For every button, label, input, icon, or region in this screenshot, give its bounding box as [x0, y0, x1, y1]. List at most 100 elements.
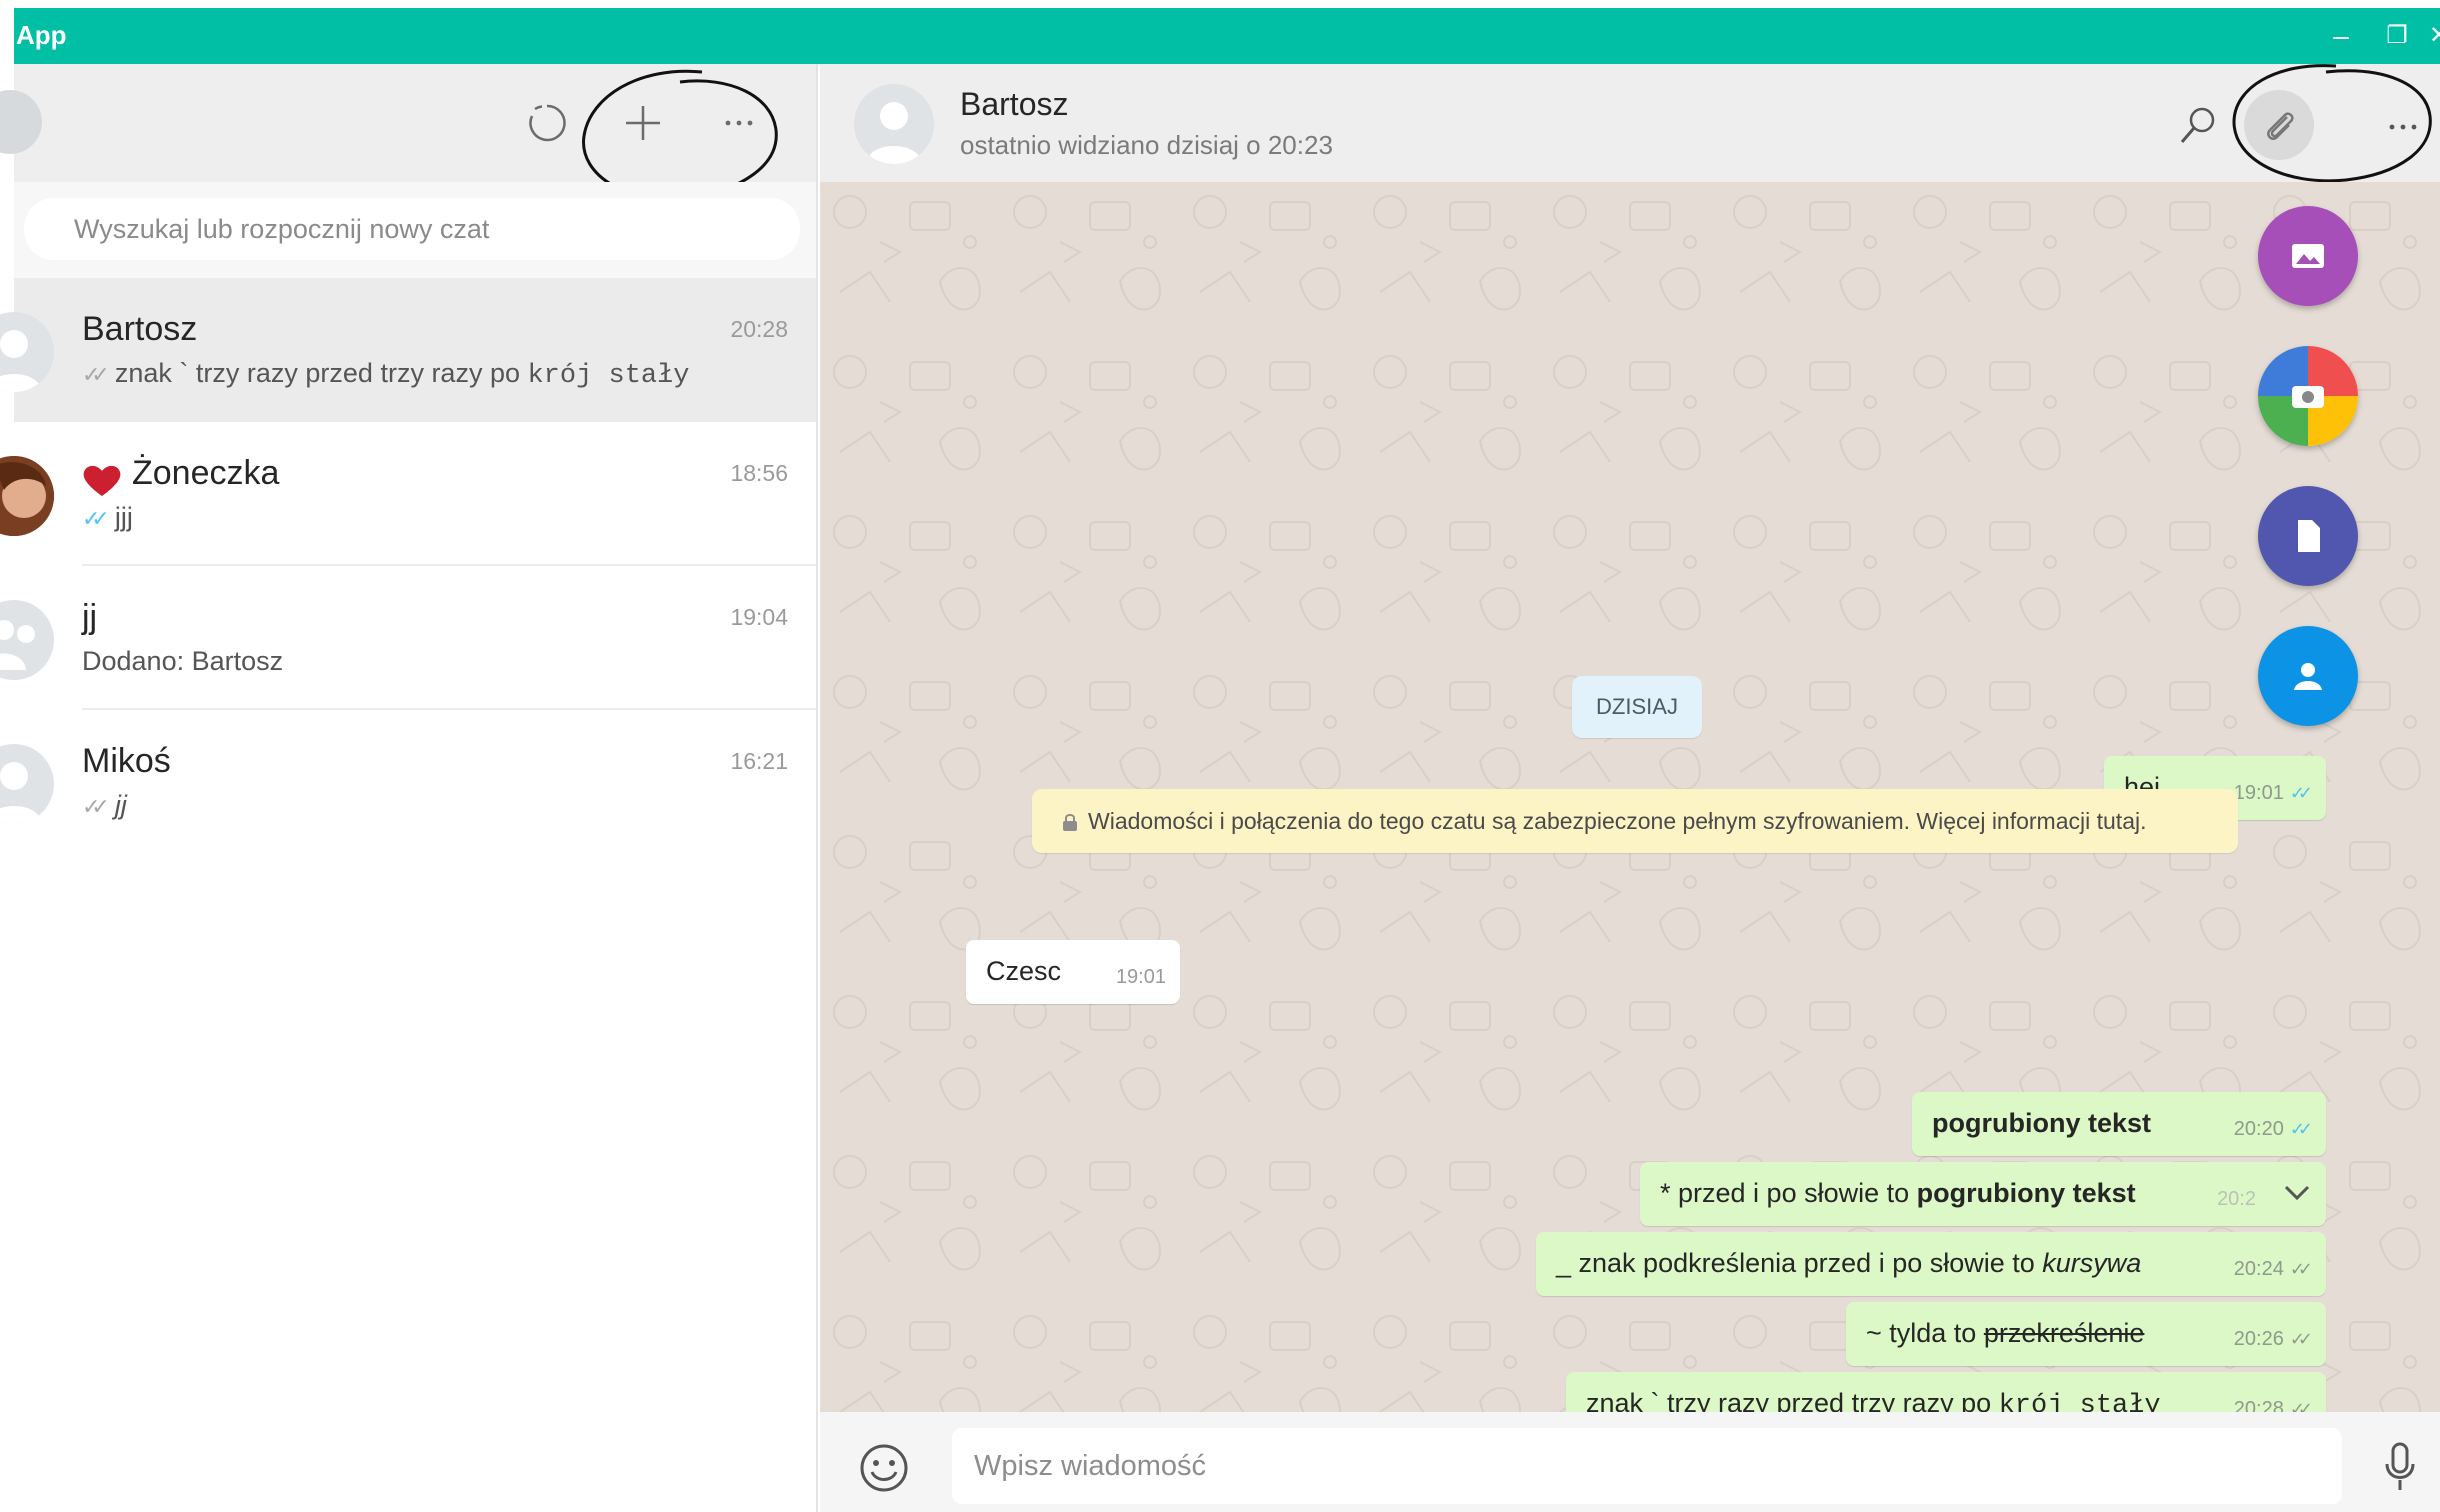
double-check-icon: ✓✓ [82, 506, 110, 531]
attach-camera-button[interactable] [2258, 346, 2358, 446]
message-bubble[interactable]: Czesc 19:01 [966, 940, 1180, 1004]
message-text: znak ` trzy razy przed trzy razy po krój… [1586, 1388, 2161, 1412]
message-text-plain: * przed i po słowie to [1660, 1178, 1917, 1208]
chat-time: 19:04 [730, 604, 788, 630]
message-bubble[interactable]: znak ` trzy razy przed trzy razy po krój… [1566, 1372, 2326, 1412]
document-icon [2298, 520, 2320, 552]
search-bar [14, 182, 816, 278]
message-text-plain: ~ tylda to [1866, 1318, 1984, 1348]
app-window: App – ❐ ✕ Wyszukaj lub rozpocznij nowy c… [0, 8, 2440, 1512]
chat-preview: ✓✓ jj [82, 790, 127, 821]
message-time: 19:01 [1115, 966, 1166, 988]
avatar [0, 600, 54, 680]
avatar [0, 312, 54, 392]
gallery-icon [2292, 244, 2324, 268]
maximize-button[interactable]: ❐ [2374, 16, 2420, 56]
double-check-icon: ✓✓ [2289, 783, 2313, 803]
double-check-icon: ✓✓ [82, 794, 110, 819]
message-input-box [952, 1428, 2342, 1504]
message-text: ~ tylda to przekreślenie [1866, 1318, 2144, 1349]
message-meta: 20:20 ✓✓ [2233, 1118, 2313, 1141]
conversation-pane: Bartosz ostatnio widziano dzisiaj o 20:2… [820, 64, 2440, 1512]
message-time: 19:01 [2233, 782, 2284, 804]
attach-gallery-button[interactable] [2258, 206, 2358, 306]
message-meta: 20:28 ✓✓ [2233, 1398, 2313, 1412]
chat-name: Bartosz [82, 310, 198, 348]
chat-list-item[interactable]: Mikoś 16:21 ✓✓ jj [0, 710, 816, 854]
double-check-icon: ✓✓ [2289, 1329, 2313, 1349]
emoji-icon[interactable] [858, 1442, 910, 1494]
preview-text: jjj [114, 502, 133, 532]
attach-contact-button[interactable] [2258, 626, 2358, 726]
heart-icon [83, 465, 121, 496]
conversation-header[interactable]: Bartosz ostatnio widziano dzisiaj o 20:2… [820, 64, 2440, 183]
message-text: pogrubiony tekst [1932, 1108, 2152, 1138]
chat-list-item[interactable]: Bartosz 20:28 ✓✓ znak ` trzy razy przed t… [0, 278, 816, 422]
chat-preview: ✓✓ znak ` trzy razy przed trzy razy po kr… [82, 358, 690, 391]
window-title: App [16, 20, 67, 50]
message-text-plain: znak ` trzy razy przed trzy razy po [1586, 1388, 1999, 1412]
message-text: _ znak podkreślenia przed i po słowie to… [1556, 1248, 2141, 1279]
chat-list-item[interactable]: Żoneczka 18:56 ✓✓ jjj [0, 422, 816, 566]
chat-name: jj [82, 598, 98, 636]
close-button[interactable]: ✕ [2416, 16, 2440, 56]
double-check-icon: ✓✓ [2289, 1399, 2313, 1412]
message-bubble[interactable]: pogrubiony tekst 20:20 ✓✓ [1912, 1092, 2326, 1156]
contact-icon [2294, 663, 2322, 690]
double-check-icon: ✓✓ [82, 362, 110, 387]
chat-time: 16:21 [730, 748, 788, 774]
chat-list-item[interactable]: jj 19:04 Dodano: Bartosz [0, 566, 816, 710]
chat-list-pane: Bartosz 20:28 ✓✓znak ` trzy razy przed t… [0, 64, 818, 1512]
double-check-icon: ✓✓ [2289, 1259, 2313, 1279]
message-bubble[interactable]: _ znak podkreślenia przed i po słowie to… [1536, 1232, 2326, 1296]
message-meta: 20:24 ✓✓ [2234, 1258, 2313, 1281]
avatar [0, 456, 54, 536]
contact-name: Bartosz [960, 86, 1069, 122]
message-area[interactable]: DZISIAJ hej 19:01 ✓✓ Wiadomości i połącze… [820, 182, 2440, 1412]
my-avatar[interactable] [0, 90, 42, 154]
double-check-icon: ✓✓ [2289, 1119, 2313, 1139]
message-text-plain: _ znak podkreślenia przed i po słowie to [1556, 1248, 2043, 1278]
chat-name: Mikoś [82, 742, 171, 780]
title-bar: App – ❐ ✕ [14, 8, 2440, 64]
chat-time: 18:56 [730, 460, 788, 486]
message-time: 20:26 [2233, 1328, 2284, 1350]
chat-time: 20:28 [730, 316, 788, 342]
search-input[interactable] [74, 210, 774, 248]
message-text-bold: pogrubiony tekst [1916, 1178, 2136, 1208]
preview-text: Dodano: Bartosz [82, 646, 284, 676]
preview-text: jj [114, 790, 127, 820]
message-meta: 19:01 ✓✓ [2233, 782, 2313, 805]
message-bubble[interactable]: ~ tylda to przekreślenie 20:26 ✓✓ [1846, 1302, 2326, 1366]
camera-icon [2292, 386, 2324, 408]
chat-preview: ✓✓ jjj [82, 502, 133, 533]
message-bubble[interactable]: * przed i po słowie to pogrubiony tekst … [1640, 1162, 2326, 1226]
sidebar-header [0, 64, 816, 201]
message-text-italic: kursywa [2042, 1248, 2142, 1278]
message-meta: 20:26 ✓✓ [2233, 1328, 2313, 1351]
message-time: 20:2 [2217, 1188, 2256, 1210]
message-time: 20:20 [2233, 1118, 2284, 1140]
chat-preview: Dodano: Bartosz [82, 646, 283, 677]
avatar [0, 744, 54, 824]
attach-document-button[interactable] [2258, 486, 2358, 586]
status-icon[interactable] [522, 98, 572, 148]
last-seen-status: ostatnio widziano dzisiaj o 20:23 [960, 130, 1333, 160]
chevron-down-icon[interactable] [2282, 1182, 2312, 1204]
compose-bar [820, 1412, 2440, 1512]
chat-name: Żoneczka [132, 454, 280, 492]
microphone-icon[interactable] [2382, 1440, 2418, 1494]
message-time: 20:28 [2233, 1398, 2284, 1412]
message-text: * przed i po słowie to pogrubiony tekst [1660, 1178, 2136, 1209]
encryption-text: Wiadomości i połączenia do tego czatu są… [1088, 808, 2147, 834]
message-text-mono: krój stały [1998, 1391, 2161, 1412]
message-input[interactable] [974, 1446, 2314, 1486]
preview-mono-text: krój stały [527, 361, 690, 391]
message-text-strike: przekreślenie [1983, 1318, 2145, 1348]
search-box [24, 198, 800, 260]
lock-icon [1063, 814, 1077, 831]
contact-avatar[interactable] [854, 84, 934, 164]
minimize-button[interactable]: – [2318, 16, 2364, 56]
hand-drawn-circle-annotation [2232, 64, 2432, 183]
encryption-notice[interactable]: Wiadomości i połączenia do tego czatu są… [1032, 789, 2238, 853]
